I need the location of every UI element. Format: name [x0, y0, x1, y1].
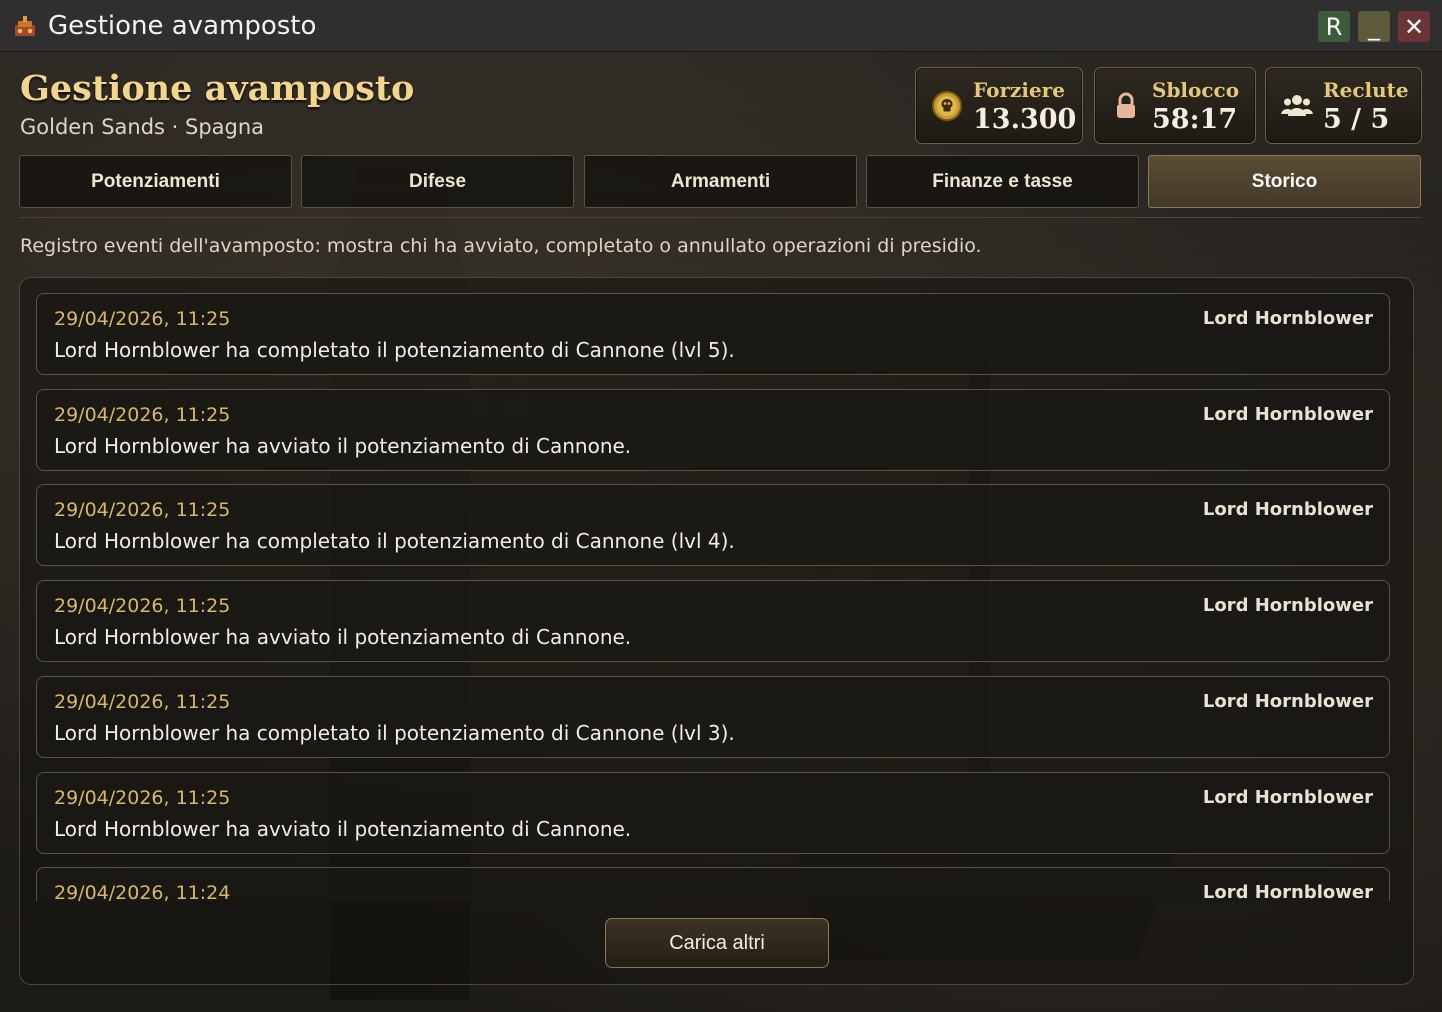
lock-icon: [1117, 92, 1135, 118]
entry-timestamp: 29/04/2026, 11:25: [54, 404, 231, 426]
minimize-button[interactable]: _: [1358, 11, 1390, 42]
entry-message: Lord Hornblower ha avviato il potenziame…: [54, 434, 632, 458]
stat-reclute-label: Reclute: [1323, 78, 1409, 102]
outpost-management-window: Gestione avamposto R _ ✕ Gestione avampo…: [0, 0, 1442, 1012]
skull-coin-icon: [932, 91, 962, 121]
tab-armamenti[interactable]: Armamenti: [584, 155, 857, 208]
window-title: Gestione avamposto: [48, 11, 317, 41]
entry-author: Lord Hornblower: [1202, 787, 1373, 808]
entry-author: Lord Hornblower: [1202, 882, 1373, 901]
history-entry: 29/04/2026, 11:25 Lord Hornblower Lord H…: [36, 389, 1390, 471]
stat-reclute-value: 5 / 5: [1323, 104, 1390, 135]
history-entry: 29/04/2026, 11:25 Lord Hornblower Lord H…: [36, 293, 1390, 375]
entry-message: Lord Hornblower ha avviato il potenziame…: [54, 817, 632, 841]
history-description: Registro eventi dell'avamposto: mostra c…: [20, 235, 982, 257]
history-entry: 29/04/2026, 11:25 Lord Hornblower Lord H…: [36, 580, 1390, 662]
outpost-location: Golden Sands · Spagna: [20, 115, 265, 139]
window-titlebar[interactable]: Gestione avamposto R _ ✕: [0, 0, 1442, 52]
entry-timestamp: 29/04/2026, 11:25: [54, 595, 231, 617]
tab-finanze-e-tasse[interactable]: Finanze e tasse: [866, 155, 1139, 208]
entry-author: Lord Hornblower: [1202, 404, 1373, 425]
entry-timestamp: 29/04/2026, 11:25: [54, 499, 231, 521]
entry-author: Lord Hornblower: [1202, 499, 1373, 520]
outpost-app-icon: [15, 16, 35, 36]
minimize-icon: _: [1368, 12, 1380, 41]
tabs-divider: [19, 217, 1421, 218]
tab-difese[interactable]: Difese: [301, 155, 574, 208]
entry-message: Lord Hornblower ha completato il potenzi…: [54, 529, 735, 553]
stat-forziere-label: Forziere: [973, 78, 1065, 102]
entry-timestamp: 29/04/2026, 11:25: [54, 787, 231, 809]
stat-sblocco-label: Sblocco: [1152, 78, 1240, 102]
close-icon: ✕: [1403, 12, 1425, 41]
close-button[interactable]: ✕: [1398, 11, 1430, 42]
entry-message: Lord Hornblower ha completato il potenzi…: [54, 338, 735, 362]
reload-button[interactable]: R: [1318, 11, 1350, 42]
entry-timestamp: 29/04/2026, 11:25: [54, 691, 231, 713]
entry-author: Lord Hornblower: [1202, 595, 1373, 616]
history-entry: 29/04/2026, 11:25 Lord Hornblower Lord H…: [36, 772, 1390, 854]
history-list[interactable]: 29/04/2026, 11:25 Lord Hornblower Lord H…: [36, 293, 1392, 901]
stat-sblocco-value: 58:17: [1152, 104, 1238, 135]
stat-reclute: Reclute 5 / 5: [1265, 67, 1422, 144]
stat-forziere: Forziere 13.300: [915, 67, 1083, 144]
entry-timestamp: 29/04/2026, 11:25: [54, 308, 231, 330]
page-title: Gestione avamposto: [20, 68, 415, 109]
history-entry: 29/04/2026, 11:25 Lord Hornblower Lord H…: [36, 676, 1390, 758]
stat-forziere-value: 13.300: [973, 104, 1077, 135]
stat-sblocco: Sblocco 58:17: [1094, 67, 1256, 144]
load-more-button[interactable]: Carica altri: [605, 918, 829, 968]
entry-timestamp: 29/04/2026, 11:24: [54, 882, 231, 901]
history-entry: 29/04/2026, 11:25 Lord Hornblower Lord H…: [36, 484, 1390, 566]
history-entry: 29/04/2026, 11:24 Lord Hornblower: [36, 867, 1390, 901]
tab-storico[interactable]: Storico: [1148, 155, 1421, 208]
entry-author: Lord Hornblower: [1202, 308, 1373, 329]
entry-message: Lord Hornblower ha avviato il potenziame…: [54, 625, 632, 649]
entry-message: Lord Hornblower ha completato il potenzi…: [54, 721, 735, 745]
tab-potenziamenti[interactable]: Potenziamenti: [19, 155, 292, 208]
users-icon: [1281, 95, 1313, 116]
entry-author: Lord Hornblower: [1202, 691, 1373, 712]
